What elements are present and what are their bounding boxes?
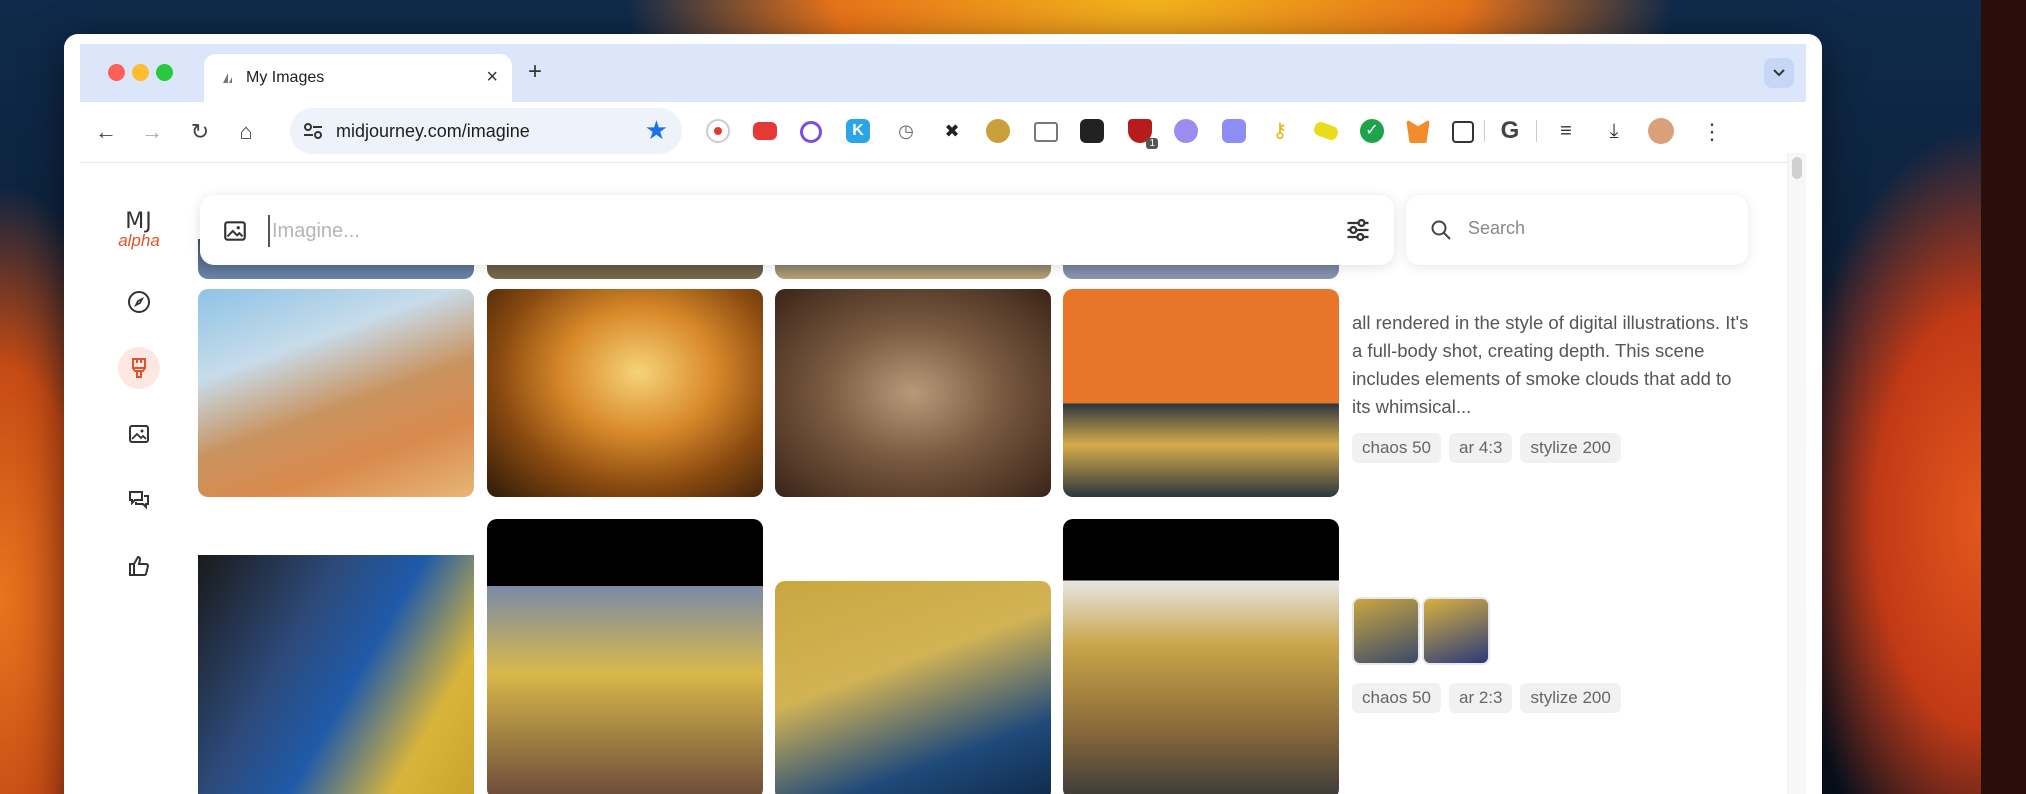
param-chip: stylize 200 <box>1520 433 1621 463</box>
scrollbar-track[interactable] <box>1787 153 1806 794</box>
param-chip: ar 4:3 <box>1449 433 1513 463</box>
search-box <box>1406 195 1748 265</box>
home-button[interactable]: ⌂ <box>230 116 262 148</box>
shield-icon[interactable]: 1 <box>1128 119 1158 149</box>
settings-sliders-icon[interactable] <box>1344 216 1372 244</box>
imagine-input[interactable] <box>268 215 1274 247</box>
tab-my-images[interactable]: My Images × <box>204 54 512 102</box>
screen-icon[interactable] <box>1034 122 1058 142</box>
logo-alpha-text: alpha <box>118 231 160 250</box>
pin-icon[interactable]: ✖ <box>940 119 964 143</box>
toolbar-divider <box>1484 120 1485 142</box>
image-thumbnail-golden-doors[interactable] <box>487 519 763 794</box>
browser-menu-button[interactable]: ⋮ <box>1696 116 1728 148</box>
explore-icon <box>128 291 150 313</box>
sidebar-item-chat[interactable] <box>118 479 160 521</box>
scrollbar-thumb[interactable] <box>1792 157 1802 179</box>
prompt-params-2: chaos 50 ar 2:3 stylize 200 <box>1352 683 1629 715</box>
imagine-prompt-bar <box>200 195 1394 265</box>
logo-mj-text: MJ <box>125 209 153 234</box>
reload-button[interactable]: ↻ <box>184 116 216 148</box>
sidebar-item-explore[interactable] <box>118 281 160 323</box>
minimize-window-button[interactable] <box>132 64 149 81</box>
tab-title: My Images <box>246 69 325 86</box>
forward-button[interactable]: → <box>136 116 168 148</box>
tab-bar: My Images × + <box>80 44 1806 102</box>
sidebar-item-my-images[interactable] <box>118 413 160 455</box>
image-thumbnail-dancer[interactable] <box>775 289 1051 497</box>
toolbar-divider-2 <box>1536 120 1537 142</box>
midjourney-logo[interactable]: MJ alpha <box>114 209 164 250</box>
bookmark-star-icon[interactable]: ★ <box>645 116 668 144</box>
url-text: midjourney.com/imagine <box>336 121 530 141</box>
close-tab-icon[interactable]: × <box>486 66 498 89</box>
youtube-icon[interactable] <box>753 122 777 140</box>
prompt-params-1: chaos 50 ar 4:3 stylize 200 <box>1352 433 1629 465</box>
shield-badge: 1 <box>1146 138 1158 149</box>
image-thumbnail-golden-hall[interactable] <box>775 581 1051 794</box>
check-icon[interactable]: ✓ <box>1360 119 1384 143</box>
site-settings-icon[interactable] <box>302 120 324 142</box>
likes-icon <box>129 555 150 576</box>
chevron-down-icon <box>1773 69 1785 77</box>
ai-assistant-icon[interactable] <box>1174 119 1198 143</box>
midjourney-favicon-icon <box>223 73 232 83</box>
image-upload-icon[interactable] <box>222 218 248 244</box>
address-bar[interactable]: midjourney.com/imagine ★ <box>290 108 682 154</box>
reference-thumbnail[interactable] <box>1352 597 1420 665</box>
new-tab-button[interactable]: + <box>528 60 542 84</box>
param-chip: chaos 50 <box>1352 433 1441 463</box>
browser-toolbar: ← → ↻ ⌂ midjourney.com/imagine ★ K ◷ ✖ 1… <box>80 102 1806 163</box>
browser-window: My Images × + ← → ↻ ⌂ midjourney.com/ima… <box>64 34 1822 794</box>
image-thumbnail-fire[interactable] <box>487 289 763 497</box>
prompt-description: all rendered in the style of digital ill… <box>1352 312 1749 417</box>
owl-icon[interactable] <box>986 119 1010 143</box>
param-chip: stylize 200 <box>1520 683 1621 713</box>
marker-icon[interactable] <box>1312 120 1340 142</box>
profile-avatar[interactable] <box>1648 118 1674 144</box>
sidebar: MJ alpha <box>80 163 190 794</box>
back-button[interactable]: ← <box>90 116 122 148</box>
sidebar-item-likes[interactable] <box>118 545 160 587</box>
fox-icon[interactable] <box>1406 119 1430 143</box>
chat-icon <box>129 491 149 510</box>
desktop-edge <box>1981 0 2026 794</box>
main-content: all rendered in the style of digital ill… <box>190 153 1806 794</box>
key-icon[interactable]: ⚷ <box>1268 119 1292 143</box>
history-icon[interactable]: ◷ <box>894 119 918 143</box>
reference-thumbnail[interactable] <box>1422 597 1490 665</box>
puzzle-icon[interactable] <box>1452 121 1474 143</box>
maximize-window-button[interactable] <box>156 64 173 81</box>
images-icon <box>129 425 149 443</box>
image-thumbnail-corridor[interactable] <box>198 555 474 794</box>
link-icon[interactable] <box>800 121 822 143</box>
param-chip: ar 2:3 <box>1449 683 1513 713</box>
close-window-button[interactable] <box>108 64 125 81</box>
sidebar-item-create[interactable] <box>118 347 160 389</box>
search-icon <box>1431 220 1451 240</box>
k-extension-icon[interactable]: K <box>846 119 870 143</box>
record-icon[interactable] <box>706 119 730 143</box>
param-chip: chaos 50 <box>1352 683 1441 713</box>
box-icon[interactable] <box>1222 119 1246 143</box>
image-thumbnail-checkerboard[interactable] <box>1063 289 1339 497</box>
search-input[interactable] <box>1466 217 1730 240</box>
image-thumbnail-gold-room[interactable] <box>1063 519 1339 794</box>
midjourney-page: MJ alpha Imagine... Search all rendered … <box>80 153 1806 794</box>
playlist-icon[interactable]: ≡ <box>1554 119 1578 143</box>
tab-search-button[interactable] <box>1764 58 1794 88</box>
create-icon <box>132 358 146 378</box>
image-thumbnail-monolith[interactable] <box>198 289 474 497</box>
download-icon[interactable]: ⤓ <box>1602 119 1626 143</box>
panda-icon[interactable] <box>1080 119 1104 143</box>
google-icon[interactable]: G <box>1498 119 1522 143</box>
